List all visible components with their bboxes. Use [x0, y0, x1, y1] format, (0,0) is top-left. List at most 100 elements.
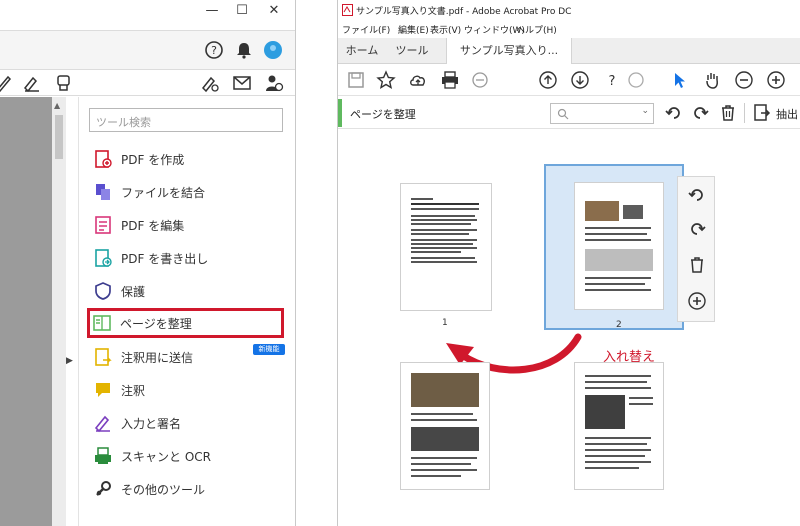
help-icon[interactable]: ?	[602, 70, 622, 90]
photo-image	[623, 205, 643, 219]
page-hover-tools	[677, 176, 715, 322]
hand-tool-icon[interactable]	[702, 70, 722, 90]
text-line	[411, 243, 473, 245]
text-line	[411, 251, 461, 253]
text-line	[411, 261, 477, 263]
text-line	[411, 203, 479, 205]
organize-pages-toolbar: ページを整理 ⌄ 抽出	[338, 97, 800, 129]
organize-pages-icon	[93, 315, 111, 331]
tool-more-tools[interactable]: その他のツール	[89, 475, 283, 503]
menu-file[interactable]: ファイル(F)	[342, 23, 390, 36]
tab-home[interactable]: ホーム	[338, 38, 386, 64]
tool-scan-ocr[interactable]: スキャンと OCR	[89, 442, 283, 470]
zoom-in-icon[interactable]	[766, 70, 786, 90]
text-line	[411, 198, 433, 200]
request-signature-icon[interactable]	[200, 73, 220, 93]
text-line	[585, 239, 651, 241]
create-pdf-icon	[95, 150, 112, 168]
text-line	[585, 449, 651, 451]
avatar[interactable]	[263, 40, 283, 60]
page-thumbnail[interactable]	[574, 362, 664, 490]
add-user-icon[interactable]	[264, 73, 284, 93]
email-circle-icon[interactable]	[470, 70, 490, 90]
close-button[interactable]: ✕	[264, 3, 284, 18]
scrollbar-thumb[interactable]	[55, 115, 63, 159]
tool-fill-sign[interactable]: 入力と署名	[89, 409, 283, 437]
photo-image	[585, 201, 619, 221]
page-thumbnail[interactable]	[400, 362, 490, 490]
delete-icon[interactable]	[718, 103, 738, 123]
text-line	[411, 208, 479, 210]
next-page-icon[interactable]	[570, 70, 590, 90]
tools-pane: ツール検索 PDF を作成 ファイルを結合 PDF を編集 PDF を書き出し …	[78, 97, 295, 526]
text-line	[411, 239, 477, 241]
text-line	[585, 283, 645, 285]
screenshot-composite: — ☐ ✕ ? ▲ ▶ ツール検索 PDF を作成 ファイルを結合 PDF を編…	[0, 0, 800, 526]
stamp-icon[interactable]	[54, 73, 74, 93]
maximize-button[interactable]: ☐	[232, 3, 252, 18]
tool-create-pdf[interactable]: PDF を作成	[89, 145, 283, 173]
text-line	[411, 229, 477, 231]
menu-edit[interactable]: 編集(E)	[398, 23, 429, 36]
tool-edit-pdf[interactable]: PDF を編集	[89, 211, 283, 239]
table-image	[585, 249, 653, 271]
tool-export-pdf[interactable]: PDF を書き出し	[89, 244, 283, 272]
previous-page-icon[interactable]	[538, 70, 558, 90]
tab-tools[interactable]: ツール	[386, 38, 438, 64]
scroll-up-arrow-icon[interactable]: ▲	[54, 101, 60, 110]
tab-bar: ホーム ツール サンプル写真入り...	[338, 38, 800, 65]
zoom-out-icon[interactable]	[734, 70, 754, 90]
rotate-counterclockwise-icon[interactable]	[687, 185, 707, 205]
text-line	[585, 375, 651, 377]
pane-collapse-icon[interactable]: ▶	[66, 356, 73, 366]
page-thumbnail[interactable]	[400, 183, 492, 311]
text-line	[629, 403, 653, 405]
extract-pages-icon[interactable]	[752, 103, 772, 123]
tool-comment[interactable]: 注釈	[89, 376, 283, 404]
tool-combine-files[interactable]: ファイルを結合	[89, 178, 283, 206]
rotate-clockwise-icon[interactable]	[687, 219, 707, 239]
tool-label: スキャンと OCR	[121, 450, 211, 464]
page-thumbnail[interactable]	[574, 182, 664, 310]
rotate-clockwise-icon[interactable]	[690, 103, 710, 123]
tool-label: 入力と署名	[121, 417, 182, 431]
chevron-down-icon: ⌄	[641, 106, 649, 116]
menu-view[interactable]: 表示(V)	[430, 23, 461, 36]
rotate-counterclockwise-icon[interactable]	[664, 103, 684, 123]
text-line	[629, 397, 653, 399]
page-range-dropdown[interactable]: ⌄	[550, 103, 654, 124]
insert-page-icon[interactable]	[687, 291, 707, 311]
text-line	[585, 233, 647, 235]
window-title: サンプル写真入り文書.pdf - Adobe Acrobat Pro DC	[356, 7, 572, 17]
pen-icon[interactable]	[0, 73, 14, 93]
upload-cloud-icon[interactable]	[408, 70, 428, 90]
tool-label: 注釈	[121, 384, 146, 398]
delete-icon[interactable]	[687, 255, 707, 275]
sign-icon[interactable]	[22, 73, 42, 93]
tool-label: その他のツール	[121, 483, 206, 497]
tab-document[interactable]: サンプル写真入り...	[446, 38, 572, 65]
tool-protect[interactable]: 保護	[89, 277, 283, 305]
page-thumbnails-area: 1 2 入れ替え	[338, 130, 800, 526]
mail-icon[interactable]	[232, 73, 252, 93]
text-line	[411, 413, 473, 415]
vertical-scrollbar[interactable]: ▲	[52, 97, 66, 526]
help-icon[interactable]: ?	[204, 40, 224, 60]
tool-label: 保護	[121, 285, 146, 299]
tool-search-input[interactable]: ツール検索	[89, 108, 283, 132]
pdf-file-icon	[342, 4, 353, 16]
minimize-button[interactable]: —	[202, 3, 222, 18]
save-icon[interactable]	[346, 70, 366, 90]
select-cursor-icon[interactable]	[670, 70, 690, 90]
text-line	[585, 455, 645, 457]
print-icon[interactable]	[440, 70, 460, 90]
menu-help[interactable]: ヘルプ(H)	[516, 23, 557, 36]
tool-organize-pages[interactable]: ページを整理	[87, 308, 284, 338]
tool-send-comments[interactable]: 注釈用に送信	[89, 343, 283, 371]
text-line	[585, 461, 651, 463]
share-link-icon[interactable]	[626, 70, 646, 90]
bell-icon[interactable]	[234, 40, 254, 60]
svg-text:?: ?	[211, 44, 217, 57]
star-icon[interactable]	[376, 70, 396, 90]
scan-ocr-icon	[95, 447, 111, 464]
